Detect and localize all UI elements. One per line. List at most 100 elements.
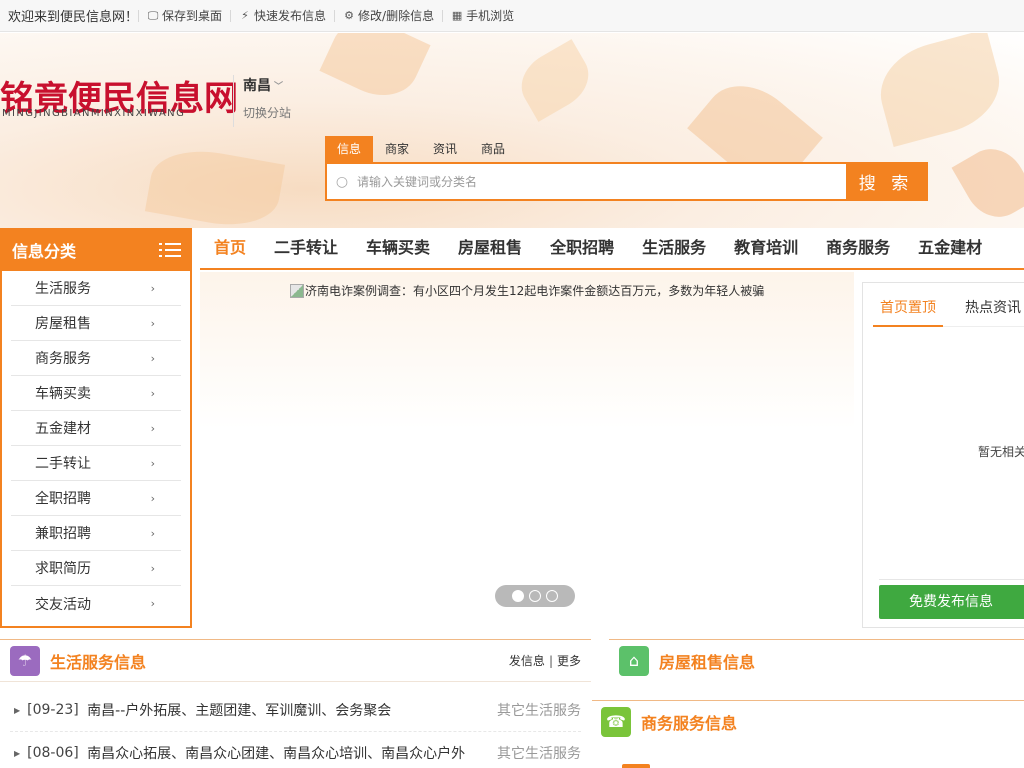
edit-delete-link[interactable]: ⚙ 修改/删除信息 xyxy=(334,8,442,22)
post-date: [08-06] xyxy=(27,745,79,761)
next-section-icon-edge xyxy=(622,764,650,768)
leaf-decoration xyxy=(510,39,600,122)
lightning-icon: ⚡ xyxy=(241,8,249,22)
nav-housing[interactable]: 房屋租售 xyxy=(444,228,536,268)
bullet-triangle-icon: ▶ xyxy=(14,748,21,758)
section-actions: 发信息 | 更多 xyxy=(509,652,581,669)
banner-link[interactable]: 济南电诈案例调查：有小区四个月发生12起电诈案件金额达百万元，多数为年轻人被骗 xyxy=(290,282,764,299)
category-item-label: 交友活动 xyxy=(35,596,91,613)
nav-education[interactable]: 教育培训 xyxy=(720,228,812,268)
category-item-label: 求职简历 xyxy=(35,561,91,577)
umbrella-icon: ☂ xyxy=(10,645,40,676)
slider-dot[interactable] xyxy=(512,590,524,602)
category-item-hardware[interactable]: 五金建材 › xyxy=(11,411,181,446)
gear-icon: ⚙ xyxy=(344,8,354,22)
search-tab-merchant[interactable]: 商家 xyxy=(373,136,421,162)
category-item-label: 商务服务 xyxy=(35,351,91,367)
search-tab-goods[interactable]: 商品 xyxy=(469,136,517,162)
save-to-desktop-link[interactable]: 🖵 保存到桌面 xyxy=(138,8,230,23)
category-item-housing[interactable]: 房屋租售 › xyxy=(11,306,181,341)
more-link[interactable]: 更多 xyxy=(557,654,581,668)
leaf-decoration xyxy=(951,137,1024,228)
list-item[interactable]: ▶ [08-06] 南昌众心拓展、南昌众心团建、南昌众心培训、南昌众心户外 其它… xyxy=(10,732,581,768)
nav-hardware[interactable]: 五金建材 xyxy=(904,228,996,268)
category-item-vehicles[interactable]: 车辆买卖 › xyxy=(11,376,181,411)
category-item-fulltime-jobs[interactable]: 全职招聘 › xyxy=(11,481,181,516)
search-tab-info[interactable]: 信息 xyxy=(325,136,374,162)
section-title[interactable]: 生活服务信息 xyxy=(50,649,146,673)
chevron-right-icon: › xyxy=(150,421,155,435)
nav-fulltime-jobs[interactable]: 全职招聘 xyxy=(536,228,628,268)
nav-business[interactable]: 商务服务 xyxy=(812,228,904,268)
slider-dot[interactable] xyxy=(529,590,541,602)
list-item[interactable]: ▶ [09-23] 南昌--户外拓展、主题团建、军训魔训、会务聚会 其它生活服务 xyxy=(10,689,581,732)
monitor-icon: 🖵 xyxy=(147,8,159,22)
separator: | xyxy=(548,654,553,668)
mobile-browse-label: 手机浏览 xyxy=(466,8,515,23)
panel-tabs: 首页置顶 热点资讯 xyxy=(873,283,1024,327)
life-services-section: ☂ 生活服务信息 发信息 | 更多 ▶ [09-23] 南昌--户外拓展、主题团建、… xyxy=(0,639,591,768)
chevron-right-icon: › xyxy=(150,526,155,540)
search-bar: ○ 搜 索 xyxy=(325,162,928,201)
menu-list-icon[interactable] xyxy=(159,242,181,258)
divider xyxy=(879,579,1024,580)
leaf-decoration xyxy=(144,142,286,228)
category-item-parttime-jobs[interactable]: 兼职招聘 › xyxy=(11,516,181,551)
save-to-desktop-label: 保存到桌面 xyxy=(162,8,223,23)
nav-home[interactable]: 首页 xyxy=(200,228,260,268)
category-item-label: 全职招聘 xyxy=(35,491,91,507)
qrcode-icon: ▦ xyxy=(451,8,463,22)
post-info-link[interactable]: 发信息 xyxy=(509,654,545,668)
nav-life-services[interactable]: 生活服务 xyxy=(628,228,720,268)
chevron-right-icon: › xyxy=(150,351,155,365)
category-list: 生活服务 › 房屋租售 › 商务服务 › 车辆买卖 › 五金建材 › 二手转让 › 全职招聘… xyxy=(0,271,192,628)
category-item-label: 车辆买卖 xyxy=(35,386,91,402)
top-bar: 欢迎来到便民信息网！ 🖵 保存到桌面 ⚡ 快速发布信息 ⚙ 修改/删除信息 ▦ … xyxy=(0,0,1024,32)
section-title[interactable]: 房屋租售信息 xyxy=(659,649,755,673)
category-item-label: 五金建材 xyxy=(35,421,91,437)
mobile-browse-link[interactable]: ▦ 手机浏览 xyxy=(442,8,522,23)
search-tab-news[interactable]: 资讯 xyxy=(421,136,469,162)
category-item-social[interactable]: 交友活动 › xyxy=(11,586,181,621)
quick-post-label: 快速发布信息 xyxy=(254,8,327,23)
category-item-label: 房屋租售 xyxy=(35,316,91,332)
quick-post-link[interactable]: ⚡ 快速发布信息 xyxy=(230,8,334,23)
category-item-resumes[interactable]: 求职简历 › xyxy=(11,551,181,586)
category-item-label: 兼职招聘 xyxy=(35,526,91,542)
bullet-triangle-icon: ▶ xyxy=(14,705,21,715)
category-item-life-services[interactable]: 生活服务 › xyxy=(11,271,181,306)
slider-pagination xyxy=(495,585,575,607)
city-selector[interactable]: 南昌 ﹀ 切换分站 xyxy=(233,75,291,127)
nav-vehicles[interactable]: 车辆买卖 xyxy=(352,228,444,268)
post-title[interactable]: 南昌众心拓展、南昌众心团建、南昌众心培训、南昌众心户外 xyxy=(87,743,489,763)
top-posts-panel: 首页置顶 热点资讯 暂无相关 免费发布信息 xyxy=(862,282,1024,628)
chevron-right-icon: › xyxy=(150,386,155,400)
chevron-right-icon: › xyxy=(150,491,155,505)
post-category[interactable]: 其它生活服务 xyxy=(497,700,581,720)
chevron-right-icon: › xyxy=(150,316,155,330)
slider-dot[interactable] xyxy=(546,590,558,602)
tab-homepage-top[interactable]: 首页置顶 xyxy=(873,283,943,327)
tab-hot-news[interactable]: 热点资讯 xyxy=(965,283,1021,327)
search-button[interactable]: 搜 索 xyxy=(846,164,926,199)
category-item-label: 生活服务 xyxy=(35,281,91,297)
leaf-decoration xyxy=(870,33,1010,147)
category-item-business[interactable]: 商务服务 › xyxy=(11,341,181,376)
section-title[interactable]: 商务服务信息 xyxy=(641,710,737,734)
free-publish-button[interactable]: 免费发布信息 xyxy=(879,585,1024,619)
banner-caption: 济南电诈案例调查：有小区四个月发生12起电诈案件金额达百万元，多数为年轻人被骗 xyxy=(305,284,765,298)
switch-city-link[interactable]: 切换分站 xyxy=(243,104,291,121)
phone-icon: ☎ xyxy=(601,706,631,737)
current-city[interactable]: 南昌 xyxy=(243,75,271,95)
post-list: ▶ [09-23] 南昌--户外拓展、主题团建、军训魔训、会务聚会 其它生活服务… xyxy=(0,689,591,768)
banner-slider[interactable]: 济南电诈案例调查：有小区四个月发生12起电诈案件金额达百万元，多数为年轻人被骗 xyxy=(200,272,854,622)
chevron-right-icon: › xyxy=(150,281,155,295)
post-category[interactable]: 其它生活服务 xyxy=(497,743,581,763)
post-title[interactable]: 南昌--户外拓展、主题团建、军训魔训、会务聚会 xyxy=(87,700,489,720)
category-item-second-hand[interactable]: 二手转让 › xyxy=(11,446,181,481)
housing-section: ⌂ 房屋租售信息 xyxy=(609,639,1024,681)
post-date: [09-23] xyxy=(27,702,79,718)
broken-image-icon xyxy=(290,283,304,298)
search-input[interactable] xyxy=(357,164,846,199)
nav-second-hand[interactable]: 二手转让 xyxy=(260,228,352,268)
